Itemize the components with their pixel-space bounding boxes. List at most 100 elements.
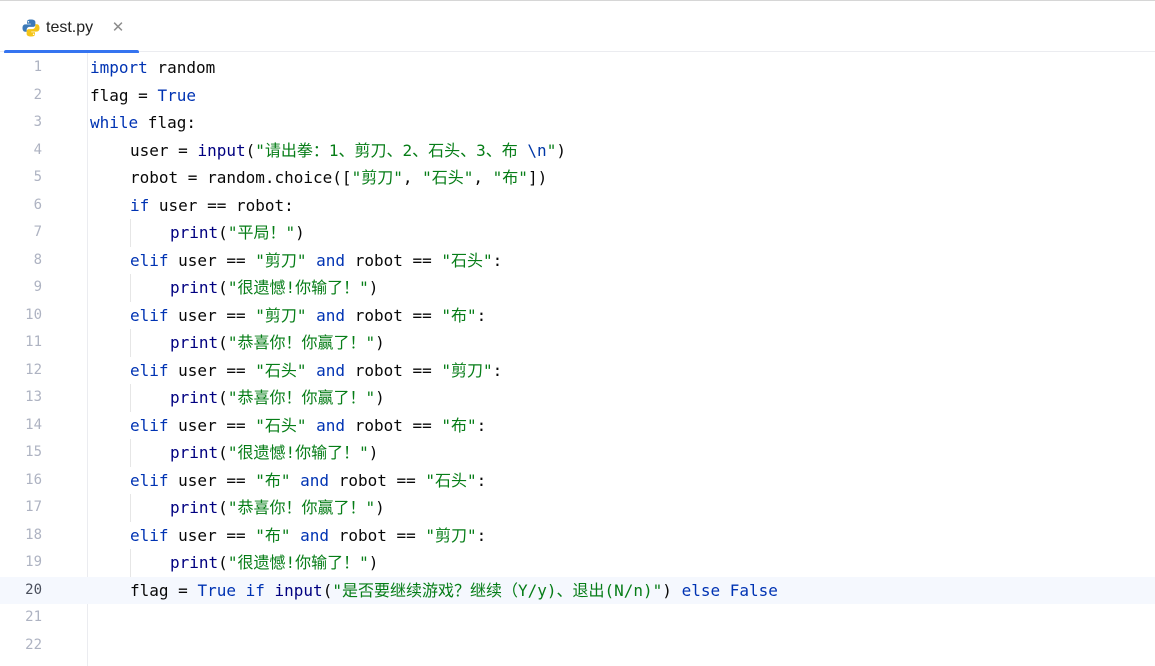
code-line[interactable]: 22 bbox=[0, 632, 1155, 660]
line-number[interactable]: 15 bbox=[0, 439, 42, 467]
code-token: " bbox=[546, 140, 557, 160]
code-line[interactable]: 11 print("恭喜你！你赢了！") bbox=[0, 329, 1155, 357]
code-token: if bbox=[245, 580, 265, 600]
code-line[interactable]: 13 print("恭喜你！你赢了！") bbox=[0, 384, 1155, 412]
code-line[interactable]: 20 flag = True if input("是否要继续游戏？继续（Y/y)、… bbox=[0, 576, 1155, 605]
code-token: while bbox=[90, 113, 139, 132]
code-token: ( bbox=[322, 580, 333, 600]
code-token: "布" bbox=[441, 305, 477, 325]
line-number[interactable]: 6 bbox=[0, 192, 42, 220]
code-text: flag = True bbox=[90, 82, 196, 110]
code-token: ( bbox=[218, 388, 228, 407]
code-token: elif bbox=[130, 415, 169, 435]
code-token: ( bbox=[218, 223, 228, 242]
code-token: "布" bbox=[492, 168, 528, 187]
indent-guide bbox=[130, 439, 131, 467]
code-token: ( bbox=[218, 278, 228, 297]
code-line[interactable]: 19 print("很遗憾!你输了！") bbox=[0, 549, 1155, 577]
code-token: user == bbox=[168, 525, 256, 545]
code-line[interactable]: 5 robot = random.choice(["剪刀", "石头", "布"]… bbox=[0, 164, 1155, 192]
line-number[interactable]: 20 bbox=[0, 577, 42, 605]
code-token: input bbox=[274, 580, 323, 600]
line-number[interactable]: 3 bbox=[0, 109, 42, 137]
line-number[interactable]: 12 bbox=[0, 357, 42, 385]
code-token: "剪刀" bbox=[351, 168, 403, 187]
line-number[interactable]: 13 bbox=[0, 384, 42, 412]
code-token: True bbox=[157, 85, 196, 105]
line-number[interactable]: 17 bbox=[0, 494, 42, 522]
code-line[interactable]: 2 flag = True bbox=[0, 82, 1155, 110]
code-line[interactable]: 3 while flag: bbox=[0, 109, 1155, 137]
code-token: : bbox=[476, 305, 487, 325]
line-number[interactable]: 1 bbox=[0, 54, 42, 82]
code-line[interactable]: 18 elif user == "布" and robot == "剪刀": bbox=[0, 522, 1155, 550]
code-token: robot == bbox=[345, 250, 442, 270]
code-line[interactable]: 14 elif user == "石头" and robot == "布": bbox=[0, 412, 1155, 440]
line-number[interactable]: 21 bbox=[0, 604, 42, 632]
code-token: , bbox=[402, 168, 423, 187]
line-number[interactable]: 9 bbox=[0, 274, 42, 302]
code-token: ) bbox=[375, 498, 385, 517]
code-text: print("很遗憾!你输了！") bbox=[170, 439, 378, 467]
code-token: flag = bbox=[130, 580, 198, 600]
code-text: print("很遗憾!你输了！") bbox=[170, 549, 378, 577]
indent-guide bbox=[130, 274, 131, 302]
line-number[interactable]: 4 bbox=[0, 137, 42, 165]
code-token: ( bbox=[218, 333, 228, 352]
code-line[interactable]: 17 print("恭喜你！你赢了！") bbox=[0, 494, 1155, 522]
line-number[interactable]: 10 bbox=[0, 302, 42, 330]
code-line[interactable]: 10 elif user == "剪刀" and robot == "布": bbox=[0, 302, 1155, 330]
line-number[interactable]: 8 bbox=[0, 247, 42, 275]
code-line[interactable]: 9 print("很遗憾!你输了！") bbox=[0, 274, 1155, 302]
code-token: : bbox=[476, 470, 487, 490]
code-token: "剪刀" bbox=[255, 305, 307, 325]
code-line[interactable]: 1 import random bbox=[0, 54, 1155, 82]
code-line[interactable]: 15 print("很遗憾!你输了！") bbox=[0, 439, 1155, 467]
line-number[interactable]: 11 bbox=[0, 329, 42, 357]
code-token: if bbox=[130, 195, 150, 215]
code-line[interactable]: 16 elif user == "布" and robot == "石头": bbox=[0, 467, 1155, 495]
code-text: if user == robot: bbox=[130, 192, 294, 220]
line-number[interactable]: 18 bbox=[0, 522, 42, 550]
code-token: and bbox=[316, 415, 346, 435]
line-number[interactable]: 16 bbox=[0, 467, 42, 495]
code-editor[interactable]: 1 import random 2 flag = True 3 while flag: 4 u… bbox=[0, 53, 1155, 666]
code-token: ) bbox=[295, 223, 305, 242]
code-token: ]) bbox=[527, 168, 548, 187]
line-number[interactable]: 19 bbox=[0, 549, 42, 577]
code-token: : bbox=[492, 360, 503, 380]
code-line[interactable]: 12 elif user == "石头" and robot == "剪刀": bbox=[0, 357, 1155, 385]
code-token: elif bbox=[130, 250, 169, 270]
code-token: "很遗憾!你输了！" bbox=[227, 443, 369, 462]
code-token: "石头" bbox=[441, 250, 493, 270]
code-text: user = input("请出拳：1、剪刀、2、石头、3、布 \n") bbox=[130, 137, 566, 165]
code-token: and bbox=[316, 305, 346, 325]
line-number[interactable]: 14 bbox=[0, 412, 42, 440]
line-number[interactable]: 5 bbox=[0, 164, 42, 192]
code-token: ) bbox=[662, 580, 682, 600]
line-number[interactable]: 7 bbox=[0, 219, 42, 247]
code-line[interactable]: 4 user = input("请出拳：1、剪刀、2、石头、3、布 \n") bbox=[0, 137, 1155, 165]
close-icon[interactable]: ✕ bbox=[110, 17, 126, 37]
tab-test-py[interactable]: test.py ✕ bbox=[4, 1, 139, 54]
code-token: "布" bbox=[255, 525, 291, 545]
code-token: import bbox=[90, 58, 148, 77]
code-token: "石头" bbox=[422, 168, 474, 187]
code-token: "石头" bbox=[255, 415, 307, 435]
editor-tab-bar: test.py ✕ bbox=[0, 0, 1155, 54]
code-token: flag: bbox=[138, 113, 196, 132]
code-line[interactable]: 21 bbox=[0, 604, 1155, 632]
code-token: else bbox=[681, 580, 721, 600]
code-line[interactable]: 8 elif user == "剪刀" and robot == "石头": bbox=[0, 247, 1155, 275]
indent-guide bbox=[130, 384, 131, 412]
code-line[interactable]: 6 if user == robot: bbox=[0, 192, 1155, 220]
code-token: \n bbox=[527, 140, 547, 160]
code-token: : bbox=[492, 250, 503, 270]
line-number[interactable]: 2 bbox=[0, 82, 42, 110]
code-line[interactable]: 7 print("平局！") bbox=[0, 219, 1155, 247]
code-token: print bbox=[170, 553, 219, 572]
line-number[interactable]: 22 bbox=[0, 632, 42, 660]
